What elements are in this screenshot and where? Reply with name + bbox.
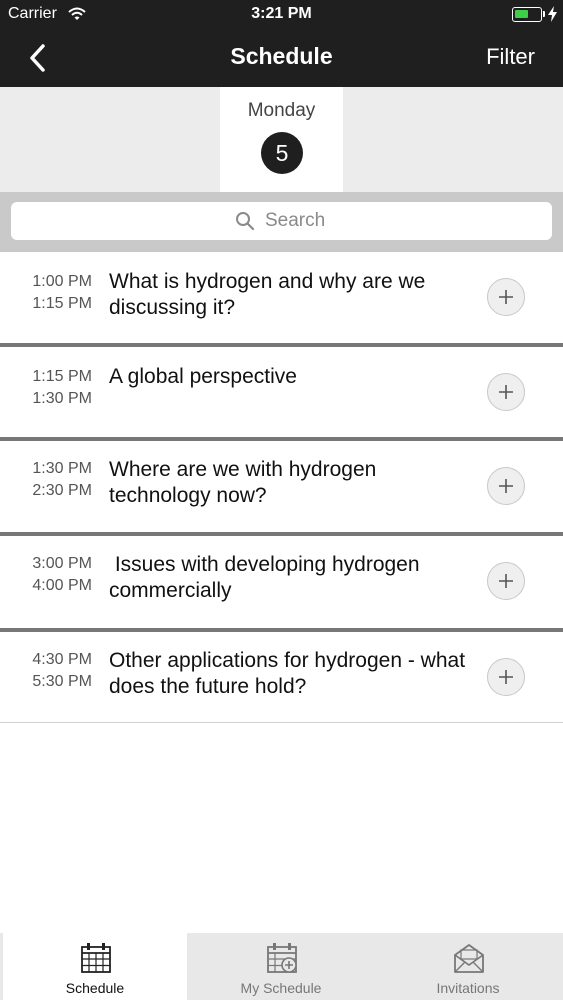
tab-my-schedule[interactable]: My Schedule bbox=[189, 933, 373, 1000]
plus-icon bbox=[499, 670, 513, 684]
session-end-time: 5:30 PM bbox=[32, 673, 92, 690]
plus-icon bbox=[499, 385, 513, 399]
day-number-badge: 5 bbox=[261, 132, 303, 174]
session-times: 3:00 PM 4:00 PM bbox=[32, 553, 92, 597]
session-title: Other applications for hydrogen - what d… bbox=[109, 649, 471, 698]
session-start-time: 3:00 PM bbox=[32, 555, 92, 572]
add-session-button[interactable] bbox=[487, 278, 525, 316]
status-bar: Carrier 3:21 PM bbox=[0, 0, 563, 30]
tab-label: My Schedule bbox=[240, 980, 322, 996]
session-times: 4:30 PM 5:30 PM bbox=[32, 649, 92, 693]
session-row[interactable]: 1:00 PM 1:15 PM What is hydrogen and why… bbox=[0, 252, 563, 343]
add-session-button[interactable] bbox=[487, 562, 525, 600]
envelope-icon bbox=[454, 944, 484, 973]
filter-button[interactable]: Filter bbox=[486, 44, 535, 70]
session-row[interactable]: 1:15 PM 1:30 PM A global perspective bbox=[0, 347, 563, 437]
tab-label: Invitations bbox=[436, 980, 500, 996]
battery-cap bbox=[543, 11, 545, 17]
add-session-button[interactable] bbox=[487, 373, 525, 411]
session-times: 1:00 PM 1:15 PM bbox=[32, 271, 92, 315]
session-title: A global perspective bbox=[109, 365, 297, 388]
calendar-icon bbox=[81, 943, 111, 973]
plus-icon bbox=[499, 479, 513, 493]
session-end-time: 1:30 PM bbox=[32, 390, 92, 407]
tab-invitations[interactable]: Invitations bbox=[376, 933, 560, 1000]
tab-schedule[interactable]: Schedule bbox=[3, 933, 187, 1000]
search-placeholder: Search bbox=[265, 210, 326, 231]
session-start-time: 1:15 PM bbox=[32, 368, 92, 385]
session-row[interactable]: 3:00 PM 4:00 PM Issues with developing h… bbox=[0, 536, 563, 628]
day-selector: Monday 5 bbox=[0, 87, 563, 192]
session-end-time: 1:15 PM bbox=[32, 295, 92, 312]
plus-icon bbox=[499, 290, 513, 304]
search-input[interactable]: Search bbox=[11, 202, 552, 240]
battery-level bbox=[515, 10, 528, 18]
add-session-button[interactable] bbox=[487, 467, 525, 505]
session-title: Issues with developing hydrogen commerci… bbox=[109, 553, 426, 602]
nav-bar: Schedule Filter bbox=[0, 30, 563, 87]
session-times: 1:30 PM 2:30 PM bbox=[32, 458, 92, 502]
battery-icon bbox=[512, 7, 542, 22]
session-times: 1:15 PM 1:30 PM bbox=[32, 366, 92, 410]
search-bar: Search bbox=[0, 192, 563, 252]
session-title: What is hydrogen and why are we discussi… bbox=[109, 270, 432, 319]
add-session-button[interactable] bbox=[487, 658, 525, 696]
page-title: Schedule bbox=[230, 43, 333, 69]
plus-icon bbox=[499, 574, 513, 588]
session-end-time: 4:00 PM bbox=[32, 577, 92, 594]
session-start-time: 1:00 PM bbox=[32, 273, 92, 290]
session-start-time: 4:30 PM bbox=[32, 651, 92, 668]
calendar-add-icon bbox=[267, 943, 297, 973]
session-end-time: 2:30 PM bbox=[32, 482, 92, 499]
list-end-divider bbox=[0, 722, 563, 723]
session-row[interactable]: 1:30 PM 2:30 PM Where are we with hydrog… bbox=[0, 441, 563, 532]
tab-bar: Schedule My Schedule Invitations bbox=[0, 933, 563, 1000]
search-icon bbox=[236, 212, 255, 231]
charging-bolt-icon bbox=[548, 6, 557, 22]
status-time: 3:21 PM bbox=[251, 5, 312, 22]
session-title: Where are we with hydrogen technology no… bbox=[109, 458, 383, 507]
tab-label: Schedule bbox=[65, 980, 125, 996]
session-row[interactable]: 4:30 PM 5:30 PM Other applications for h… bbox=[0, 632, 563, 722]
day-tab-monday[interactable]: Monday 5 bbox=[220, 87, 343, 192]
day-name: Monday bbox=[247, 100, 316, 121]
session-start-time: 1:30 PM bbox=[32, 460, 92, 477]
